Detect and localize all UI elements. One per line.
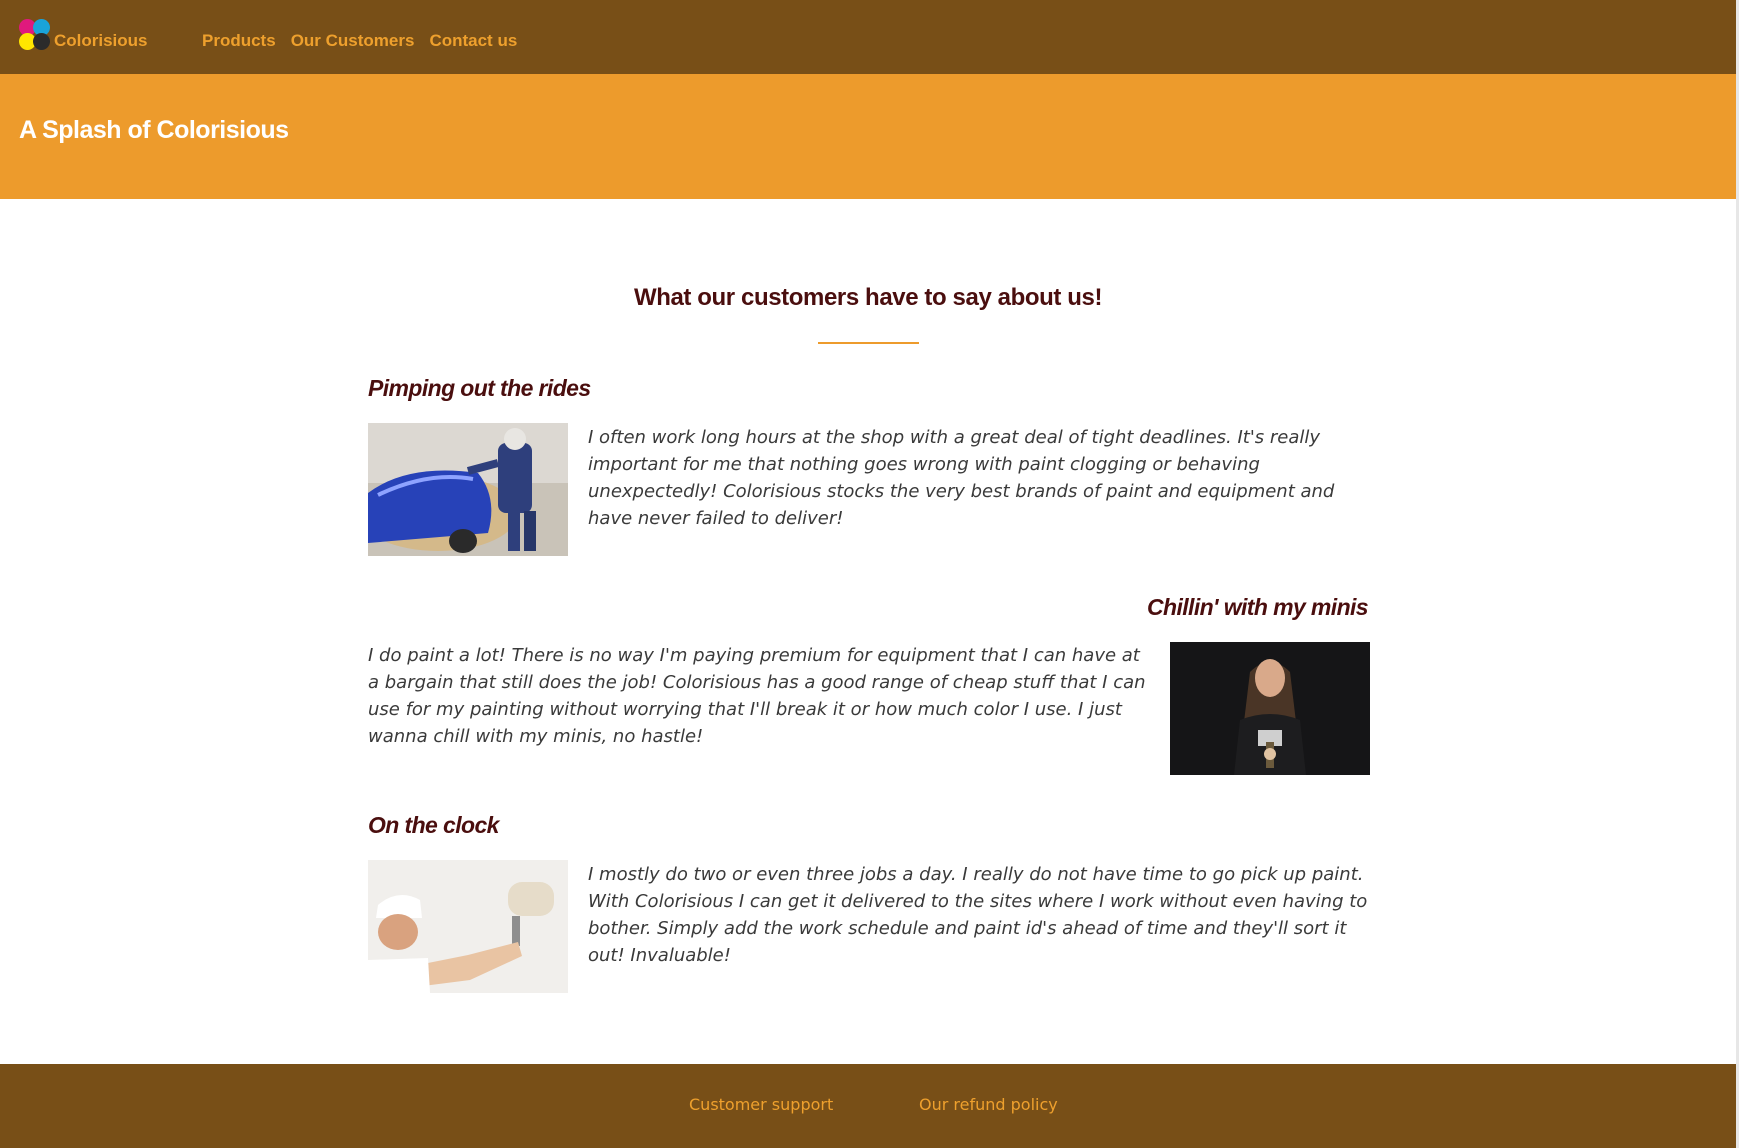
footer-customer-support-link[interactable]: Customer support — [689, 1095, 833, 1114]
testimonial-1-heading: Pimping out the rides — [368, 375, 591, 401]
nav-products-link[interactable]: Products — [202, 31, 276, 51]
page-footer: Customer support Our refund policy — [0, 1064, 1736, 1148]
testimonial-3-heading: On the clock — [368, 812, 499, 838]
miniature-painter-photo — [1170, 642, 1370, 775]
testimonial-3-text: I mostly do two or even three jobs a day… — [588, 864, 1368, 966]
car-painter-photo — [368, 423, 568, 556]
nav-contact-us-link[interactable]: Contact us — [429, 31, 517, 51]
hero-title: A Splash of Colorisious — [19, 116, 289, 144]
brand-logo-icon[interactable] — [18, 18, 52, 52]
top-navbar: Colorisious Products Our Customers Conta… — [0, 0, 1736, 74]
testimonial-2-text: I do paint a lot! There is no way I'm pa… — [368, 645, 1146, 747]
logo-black-dot — [33, 33, 50, 50]
testimonial-1-text: I often work long hours at the shop with… — [588, 427, 1335, 529]
wall-painter-photo — [368, 860, 568, 993]
section-title: What our customers have to say about us! — [633, 284, 1103, 311]
main-nav: Products Our Customers Contact us — [202, 31, 517, 51]
footer-refund-policy-link[interactable]: Our refund policy — [919, 1095, 1058, 1114]
testimonial-2-heading: Chillin' with my minis — [1146, 594, 1369, 620]
brand-name-link[interactable]: Colorisious — [54, 31, 148, 51]
title-divider — [818, 342, 919, 344]
nav-our-customers-link[interactable]: Our Customers — [291, 31, 415, 51]
hero-banner: A Splash of Colorisious — [0, 74, 1736, 199]
